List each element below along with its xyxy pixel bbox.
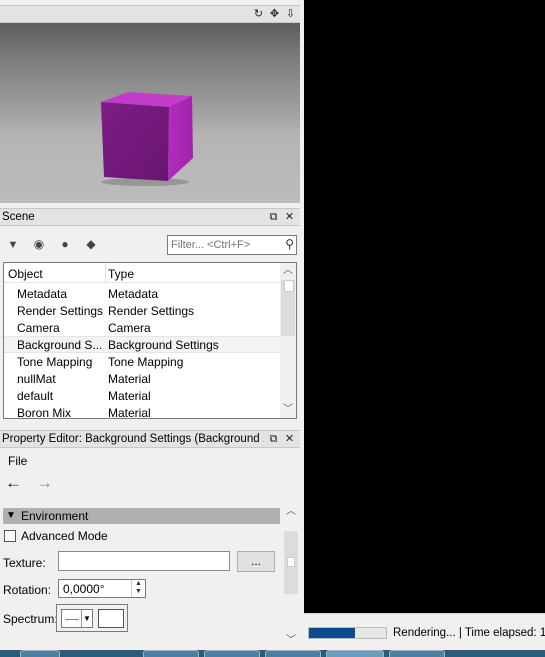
rotation-stepper[interactable]: ▲ ▼ (131, 580, 145, 597)
spin-up-icon[interactable]: ▲ (132, 580, 145, 588)
row-object: default (17, 389, 54, 403)
taskbar-button[interactable] (143, 650, 199, 657)
table-row[interactable]: Render Settings Render Settings (4, 302, 281, 319)
row-object: Tone Mapping (17, 355, 93, 369)
row-type: Render Settings (108, 304, 195, 318)
scroll-down-icon[interactable]: ﹀ (283, 631, 299, 646)
render-status-text: Rendering... | Time elapsed: 1 r (393, 627, 545, 639)
rotation-label: Rotation: (3, 583, 52, 597)
browse-button[interactable]: ... (237, 551, 275, 572)
spectrum-label: Spectrum: (3, 612, 58, 626)
scene-scrollbar[interactable]: ︿ ﹀ (280, 263, 296, 418)
render-progress-bar (308, 627, 387, 639)
table-header: Object Type (4, 263, 281, 283)
taskbar-button[interactable] (389, 650, 445, 657)
menu-file[interactable]: File (8, 454, 27, 468)
row-object: Metadata (17, 287, 68, 301)
move-icon[interactable]: ✥ (268, 7, 281, 21)
spectrum-type-dropdown[interactable]: ▼ (61, 609, 93, 628)
scroll-up-icon[interactable]: ︿ (280, 264, 296, 278)
scrollbar-thumb[interactable] (281, 280, 295, 336)
scene-titlebar: Scene ⧉ ✕ (0, 208, 300, 226)
download-icon[interactable]: ⇩ (284, 7, 297, 21)
rotation-value: 0,0000° (63, 582, 105, 596)
render-status-bar: Rendering... | Time elapsed: 1 r (304, 613, 545, 650)
filter-input[interactable] (168, 236, 276, 254)
row-type: Material (108, 372, 151, 386)
filter-field[interactable]: ⚲ (167, 235, 297, 255)
search-icon[interactable]: ⚲ (285, 237, 294, 251)
scene-title: Scene (2, 211, 35, 223)
property-editor-titlebar: Property Editor: Background Settings (Ba… (0, 430, 300, 448)
reset-icon[interactable]: ↻ (252, 7, 265, 21)
table-row[interactable]: Boron Mix Material (4, 404, 281, 419)
advanced-mode-checkbox[interactable] (4, 530, 16, 542)
environment-section-header[interactable]: ▼ Environment (3, 508, 280, 524)
spin-down-icon[interactable]: ▼ (132, 588, 145, 596)
advanced-mode-label: Advanced Mode (21, 529, 108, 543)
column-type[interactable]: Type (108, 267, 134, 281)
table-row[interactable]: Metadata Metadata (4, 285, 281, 302)
float-panel-icon[interactable]: ⧉ (267, 210, 280, 224)
property-editor-title: Property Editor: Background Settings (Ba… (2, 433, 264, 445)
taskbar-button[interactable] (20, 650, 60, 657)
scroll-up-icon[interactable]: ︿ (283, 502, 299, 517)
row-object: Background S... (17, 338, 103, 352)
property-scrollbar[interactable]: ︿ ﹀ (283, 500, 299, 648)
row-type: Metadata (108, 287, 159, 301)
object-icon[interactable]: ◆ (83, 236, 99, 252)
collapse-arrow-icon[interactable]: ▼ (5, 237, 21, 253)
scroll-down-icon[interactable]: ﹀ (280, 403, 296, 417)
row-type: Camera (108, 321, 151, 335)
table-row[interactable]: Camera Camera (4, 319, 281, 336)
close-icon[interactable]: ✕ (283, 432, 296, 446)
row-object: Camera (17, 321, 60, 335)
table-row[interactable]: nullMat Material (4, 370, 281, 387)
float-panel-icon[interactable]: ⧉ (267, 432, 280, 446)
row-type: Background Settings (108, 338, 219, 352)
taskbar (0, 650, 545, 657)
spectrum-editor: ▼ (56, 604, 128, 632)
back-arrow-icon[interactable]: ← (5, 474, 22, 492)
render-progress-fill (309, 628, 356, 638)
table-row[interactable]: Tone Mapping Tone Mapping (4, 353, 281, 370)
table-row-selected[interactable]: Background S... Background Settings (4, 336, 281, 353)
collapse-arrow-icon: ▼ (6, 510, 16, 521)
render-view[interactable] (304, 0, 545, 613)
forward-arrow-icon[interactable]: → (36, 474, 53, 492)
scrollbar-thumb[interactable] (284, 531, 298, 594)
camera-icon[interactable]: ◉ (31, 236, 47, 252)
section-title: Environment (21, 509, 89, 523)
taskbar-button[interactable] (204, 650, 260, 657)
table-row[interactable]: default Material (4, 387, 281, 404)
taskbar-button-active[interactable] (326, 650, 384, 657)
spectrum-color-swatch[interactable] (98, 609, 124, 628)
rotation-spinbox[interactable]: 0,0000° ▲ ▼ (58, 579, 146, 598)
taskbar-button[interactable] (265, 650, 321, 657)
row-type: Material (108, 406, 151, 419)
row-object: Render Settings (17, 304, 104, 318)
light-icon[interactable]: ● (57, 236, 73, 252)
texture-input[interactable] (58, 551, 230, 571)
3d-viewport[interactable] (0, 23, 300, 203)
chevron-down-icon[interactable]: ▼ (81, 610, 92, 627)
row-type: Material (108, 389, 151, 403)
row-object: Boron Mix (17, 406, 72, 419)
row-type: Tone Mapping (108, 355, 184, 369)
cube-render (101, 92, 193, 186)
scene-table[interactable]: Object Type Metadata Metadata Render Set… (3, 262, 297, 419)
row-object: nullMat (17, 372, 56, 386)
texture-label: Texture: (3, 556, 46, 570)
close-icon[interactable]: ✕ (283, 210, 296, 224)
viewport-titlebar: ↻ ✥ ⇩ (0, 5, 300, 23)
column-object[interactable]: Object (8, 267, 43, 281)
